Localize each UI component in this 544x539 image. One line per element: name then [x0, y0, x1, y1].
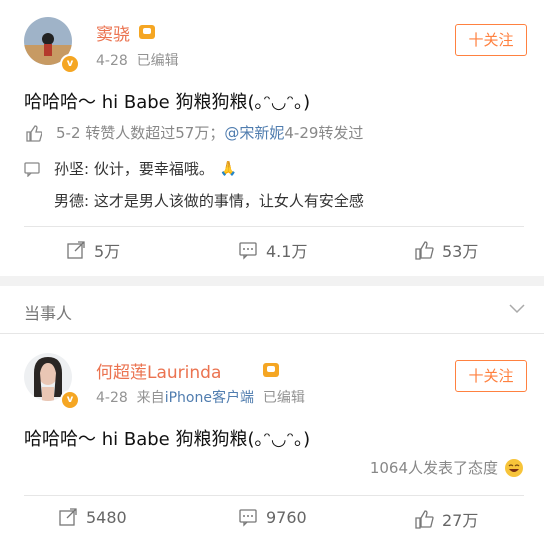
reaction-summary[interactable]: 1064人发表了态度 — [370, 457, 524, 478]
likes-info-prefix: 5-2 转赞人数超过57万； — [56, 124, 225, 142]
username[interactable]: 何超莲Laurinda — [96, 358, 221, 383]
reaction-text: 1064人发表了态度 — [369, 459, 498, 477]
divider — [24, 226, 524, 227]
vip-crown-icon — [139, 25, 155, 39]
repost-count: 5480 — [86, 507, 127, 527]
comment-icon — [239, 509, 257, 527]
meta-prefix: 4-28 来自 — [96, 390, 165, 406]
follow-button[interactable]: 十关注 — [455, 360, 527, 392]
vip-crown-icon — [263, 363, 280, 377]
divider — [0, 333, 544, 334]
comment-button[interactable]: 4.1万 — [238, 238, 307, 262]
thumb-up-icon — [26, 124, 42, 142]
chevron-down-icon[interactable] — [508, 302, 526, 314]
username[interactable]: 窦骁 — [96, 20, 130, 45]
follow-button[interactable]: 十关注 — [455, 24, 527, 56]
thumb-up-icon — [415, 241, 434, 260]
repost-button[interactable]: 5480 — [58, 507, 127, 527]
comment-user[interactable]: 男德 — [54, 190, 84, 211]
post-meta: 4-28 来自iPhone客户端 已编辑 — [96, 387, 305, 407]
repost-button[interactable]: 5万 — [66, 238, 120, 262]
comment-button[interactable]: 9760 — [238, 507, 307, 527]
like-button[interactable]: 27万 — [414, 507, 478, 531]
post-meta: 4-28 已编辑 — [96, 53, 179, 69]
likes-info-row: 5-2 转赞人数超过57万； @宋新妮 4-29转发过 — [24, 122, 363, 143]
mention-link[interactable]: @宋新妮 — [224, 122, 284, 143]
comment-item[interactable]: 男德 : 这才是男人该做的事情，让女人有安全感 — [54, 190, 364, 211]
thumb-up-icon — [415, 510, 434, 529]
hands-emoji-icon: 🙏 — [219, 160, 238, 177]
post-text: 哈哈哈～ hi Babe 狗粮狗粮(｡ᵔ◡ᵔ｡) — [24, 429, 311, 450]
comment-count: 4.1万 — [266, 242, 308, 261]
like-count: 27万 — [442, 511, 479, 530]
comment-count: 9760 — [266, 507, 307, 527]
comment-icon — [239, 242, 257, 260]
repost-icon — [67, 241, 85, 259]
comment-icon — [24, 161, 40, 177]
comment-text: : 伙计，要幸福哦。 — [84, 160, 214, 178]
likes-info-suffix: 4-29转发过 — [284, 124, 364, 142]
divider — [24, 495, 524, 496]
comment-user[interactable]: 孙坚 — [54, 158, 84, 179]
comment-text: : 这才是男人该做的事情，让女人有安全感 — [84, 192, 364, 210]
repost-icon — [59, 508, 77, 526]
comment-item[interactable]: 孙坚 : 伙计，要幸福哦。 🙏 — [24, 158, 237, 179]
section-separator — [0, 276, 544, 286]
verified-badge-icon: v — [60, 54, 80, 74]
like-button[interactable]: 53万 — [414, 238, 478, 262]
repost-count: 5万 — [94, 242, 121, 261]
meta-source-link[interactable]: iPhone客户端 — [165, 390, 254, 406]
section-label: 当事人 — [24, 304, 73, 323]
like-count: 53万 — [442, 242, 479, 261]
post-text: 哈哈哈～ hi Babe 狗粮狗粮(｡ᵔ◡ᵔ｡) — [24, 92, 311, 113]
verified-badge-icon: v — [60, 390, 80, 410]
meta-suffix: 已编辑 — [253, 390, 305, 406]
laughing-emoji-icon — [505, 458, 523, 477]
